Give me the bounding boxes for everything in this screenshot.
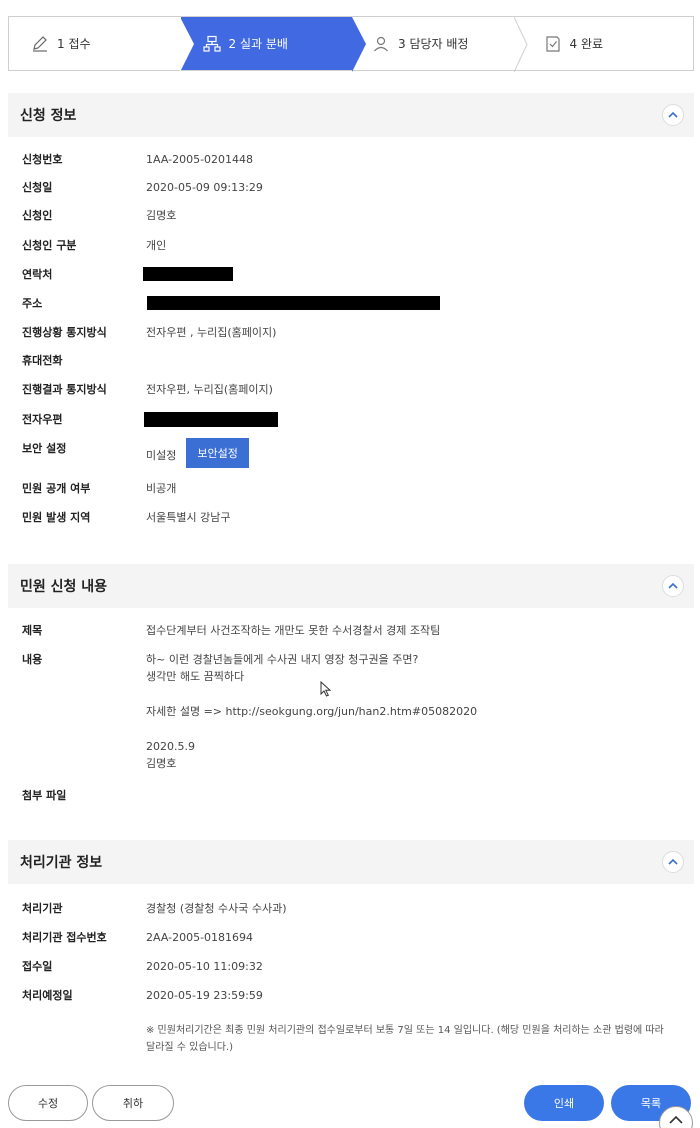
field-label: 전자우편: [22, 413, 63, 426]
step-receipt: 1 접수: [9, 17, 181, 70]
complaint-body: 하~ 이런 경찰년놈들에게 수사권 내지 영장 청구권을 주면? 생각만 해도 …: [146, 651, 477, 772]
field-label: 처리기관 접수번호: [22, 931, 107, 944]
field-value: 전자우편, 누리집(홈페이지): [146, 383, 273, 396]
row-attachment: 첨부 파일: [22, 787, 146, 803]
edit-button[interactable]: 수정: [8, 1085, 88, 1121]
field-label: 진행상황 통지방식: [22, 326, 107, 339]
field-value: 2020-05-10 11:09:32: [146, 959, 263, 973]
row-content: 내용: [22, 651, 146, 667]
section-title: 신청 정보: [20, 108, 77, 124]
redacted-address: [147, 296, 440, 310]
mouse-cursor-icon: [320, 681, 332, 697]
note-line: ※ 민원처리기간은 최종 민원 처리기관의 접수일로부터 보통 7일 또는 14…: [146, 1025, 664, 1036]
step-label: 3 담당자 배정: [398, 37, 469, 51]
row-security: 보안 설정 미설정 보안설정: [22, 438, 249, 468]
section-title: 처리기관 정보: [20, 855, 103, 871]
row-due-date: 처리예정일 2020-05-19 23:59:59: [22, 987, 263, 1003]
collapse-toggle-button[interactable]: [662, 575, 684, 597]
row-application-date: 신청일 2020-05-09 09:13:29: [22, 179, 263, 195]
step-divider: [513, 17, 528, 72]
collapse-toggle-button[interactable]: [662, 851, 684, 873]
redacted-contact: [143, 267, 233, 281]
field-value: 2020-05-19 23:59:59: [146, 988, 263, 1002]
application-info-header: 신청 정보: [8, 93, 694, 137]
field-value: 2020-05-09 09:13:29: [146, 180, 263, 194]
chevron-up-icon: [669, 1115, 683, 1124]
body-line: 생각만 해도 끔찍하다: [146, 670, 245, 683]
security-settings-button[interactable]: 보안설정: [186, 438, 249, 468]
row-receipt-date: 접수일 2020-05-10 11:09:32: [22, 958, 263, 974]
field-label: 신청번호: [22, 153, 63, 166]
field-value: 전자우편 , 누리집(홈페이지): [146, 326, 277, 339]
withdraw-button[interactable]: 취하: [92, 1085, 174, 1121]
row-disclosure: 민원 공개 여부 비공개: [22, 480, 176, 496]
collapse-toggle-button[interactable]: [662, 104, 684, 126]
field-label: 접수일: [22, 960, 53, 973]
field-value: 서울특별시 강남구: [146, 511, 231, 524]
field-value: 개인: [146, 239, 167, 252]
row-notify-result: 진행결과 통지방식 전자우편, 누리집(홈페이지): [22, 381, 273, 397]
step-assignment: 3 담당자 배정: [352, 17, 528, 72]
field-label: 신청인: [22, 209, 53, 222]
row-mobile: 휴대전화: [22, 352, 146, 368]
field-value: 2AA-2005-0181694: [146, 930, 254, 944]
complaint-content-header: 민원 신청 내용: [8, 564, 694, 608]
row-contact: 연락처: [22, 266, 233, 282]
redacted-email: [144, 411, 278, 427]
agency-info-header: 처리기관 정보: [8, 840, 694, 884]
processing-period-note: ※ 민원처리기간은 최종 민원 처리기관의 접수일로부터 보통 7일 또는 14…: [146, 1022, 686, 1056]
chevron-up-icon: [668, 111, 678, 118]
field-label: 주소: [22, 297, 43, 310]
row-address: 주소: [22, 295, 440, 311]
progress-stepper: 1 접수 2 실과 분배 3 담당자 배정 4 완료: [8, 16, 694, 72]
org-chart-icon: [202, 35, 221, 53]
field-label: 첨부 파일: [22, 789, 67, 802]
person-icon: [372, 35, 390, 53]
step-label: 2 실과 분배: [228, 37, 288, 51]
row-notify-progress: 진행상황 통지방식 전자우편 , 누리집(홈페이지): [22, 324, 276, 340]
field-label: 휴대전화: [22, 354, 63, 367]
field-label: 처리기관: [22, 902, 63, 915]
body-line: 하~ 이런 경찰년놈들에게 수사권 내지 영장 청구권을 주면?: [146, 653, 419, 666]
row-applicant-type: 신청인 구분 개인: [22, 237, 166, 253]
step-complete: 4 완료: [522, 17, 694, 70]
field-label: 진행결과 통지방식: [22, 383, 107, 396]
field-label: 신청일: [22, 181, 53, 194]
body-line: 2020.5.9: [146, 740, 195, 753]
note-line: 달라질 수 있습니다.): [146, 1042, 234, 1053]
row-application-number: 신청번호 1AA-2005-0201448: [22, 151, 253, 167]
field-label: 내용: [22, 653, 43, 666]
row-region: 민원 발생 지역 서울특별시 강남구: [22, 509, 230, 525]
field-value: 김명호: [146, 209, 177, 222]
field-label: 보안 설정: [22, 442, 67, 455]
step-label: 1 접수: [57, 37, 91, 51]
row-receipt-number: 처리기관 접수번호 2AA-2005-0181694: [22, 929, 253, 945]
checklist-icon: [544, 35, 562, 53]
chevron-up-icon: [668, 582, 678, 589]
field-label: 제목: [22, 624, 43, 637]
field-label: 연락처: [22, 268, 53, 281]
step-label: 4 완료: [569, 37, 604, 51]
field-value: 미설정: [146, 449, 177, 462]
row-email: 전자우편: [22, 411, 278, 427]
field-value: 경찰청 (경찰청 수사국 수사과): [146, 902, 287, 915]
step-distribution-active: 2 실과 분배: [179, 17, 366, 72]
field-label: 처리예정일: [22, 989, 73, 1002]
field-value: 1AA-2005-0201448: [146, 152, 254, 166]
row-subject: 제목 접수단계부터 사건조작하는 개만도 못한 수서경찰서 경제 조작팀: [22, 622, 440, 638]
row-applicant: 신청인 김명호: [22, 207, 176, 223]
field-label: 민원 발생 지역: [22, 511, 91, 524]
field-label: 신청인 구분: [22, 239, 77, 252]
row-agency: 처리기관 경찰청 (경찰청 수사국 수사과): [22, 900, 287, 916]
pencil-icon: [31, 35, 49, 53]
print-button[interactable]: 인쇄: [524, 1085, 604, 1121]
chevron-up-icon: [668, 858, 678, 865]
body-link[interactable]: 자세한 설명 => http://seokgung.org/jun/han2.h…: [146, 703, 477, 720]
field-label: 민원 공개 여부: [22, 482, 91, 495]
section-title: 민원 신청 내용: [20, 579, 108, 595]
field-value: 접수단계부터 사건조작하는 개만도 못한 수서경찰서 경제 조작팀: [146, 624, 441, 637]
field-value: 비공개: [146, 482, 177, 495]
body-line: 김명호: [146, 757, 177, 770]
